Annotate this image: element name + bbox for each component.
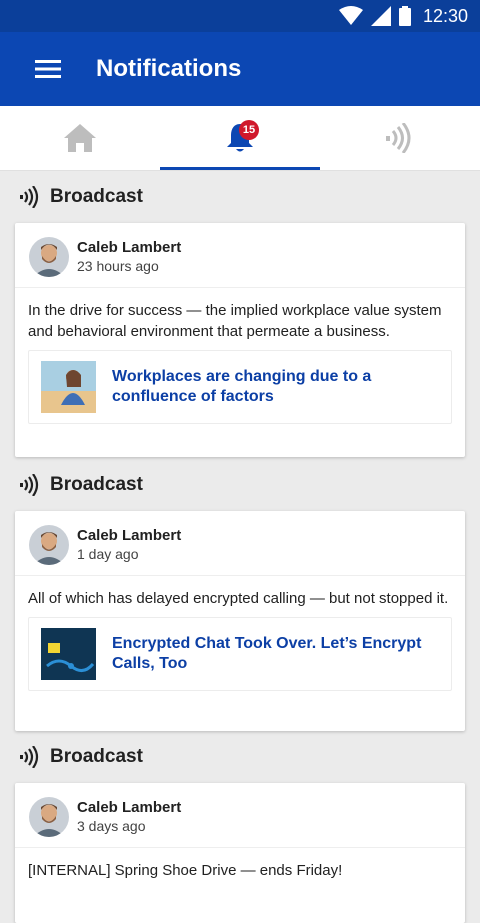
link-title: Workplaces are changing due to a conflue… — [112, 368, 372, 405]
tab-bar: 15 — [0, 106, 480, 171]
broadcast-icon — [20, 746, 40, 768]
hamburger-menu-icon — [35, 60, 61, 78]
notification-count-badge: 15 — [239, 120, 259, 140]
avatar[interactable] — [29, 797, 69, 837]
tab-notifications[interactable]: 15 — [160, 106, 320, 170]
tab-home[interactable] — [0, 106, 160, 170]
cell-signal-icon — [370, 6, 391, 26]
wifi-icon — [338, 6, 363, 25]
card-header: Caleb Lambert 1 day ago — [15, 511, 465, 576]
notification-feed: Broadcast Caleb Lambert 23 hours ago In … — [0, 171, 480, 923]
home-icon — [64, 124, 96, 152]
notification-card[interactable]: Caleb Lambert 1 day ago All of which has… — [15, 511, 465, 731]
notification-card[interactable]: Caleb Lambert 23 hours ago In the drive … — [15, 223, 465, 457]
link-preview[interactable]: Workplaces are changing due to a conflue… — [28, 350, 452, 424]
menu-button[interactable] — [0, 32, 96, 106]
post-text: [INTERNAL] Spring Shoe Drive — ends Frid… — [28, 862, 343, 879]
app-bar: Notifications — [0, 32, 480, 106]
card-body: In the drive for success — the implied w… — [15, 288, 465, 436]
card-header: Caleb Lambert 3 days ago — [15, 783, 465, 848]
avatar[interactable] — [29, 525, 69, 565]
card-body: [INTERNAL] Spring Shoe Drive — ends Frid… — [15, 848, 465, 893]
author-name: Caleb Lambert — [77, 239, 182, 256]
section-title: Broadcast — [50, 746, 143, 767]
page-title: Notifications — [96, 55, 242, 82]
post-text: In the drive for success — the implied w… — [28, 302, 442, 340]
broadcast-icon — [386, 123, 411, 153]
author-name: Caleb Lambert — [77, 799, 182, 816]
timestamp: 3 days ago — [77, 818, 146, 834]
card-header: Caleb Lambert 23 hours ago — [15, 223, 465, 288]
link-preview[interactable]: Encrypted Chat Took Over. Let’s Encrypt … — [28, 617, 452, 691]
avatar[interactable] — [29, 237, 69, 277]
timestamp: 23 hours ago — [77, 258, 159, 274]
section-header: Broadcast — [0, 459, 480, 511]
post-text: All of which has delayed encrypted calli… — [28, 590, 449, 607]
link-thumbnail — [41, 361, 96, 413]
timestamp: 1 day ago — [77, 546, 139, 562]
card-body: All of which has delayed encrypted calli… — [15, 576, 465, 703]
link-thumbnail — [41, 628, 96, 680]
author-name: Caleb Lambert — [77, 527, 182, 544]
tab-broadcast[interactable] — [320, 106, 480, 170]
battery-icon — [398, 6, 411, 26]
broadcast-icon — [20, 474, 40, 496]
section-title: Broadcast — [50, 186, 143, 207]
link-title: Encrypted Chat Took Over. Let’s Encrypt … — [112, 635, 422, 672]
status-time: 12:30 — [422, 5, 468, 26]
broadcast-icon — [20, 186, 40, 208]
section-header: Broadcast — [0, 171, 480, 223]
status-bar: 12:30 — [0, 0, 480, 32]
section-header: Broadcast — [0, 731, 480, 783]
section-title: Broadcast — [50, 474, 143, 495]
notification-card[interactable]: Caleb Lambert 3 days ago [INTERNAL] Spri… — [15, 783, 465, 923]
